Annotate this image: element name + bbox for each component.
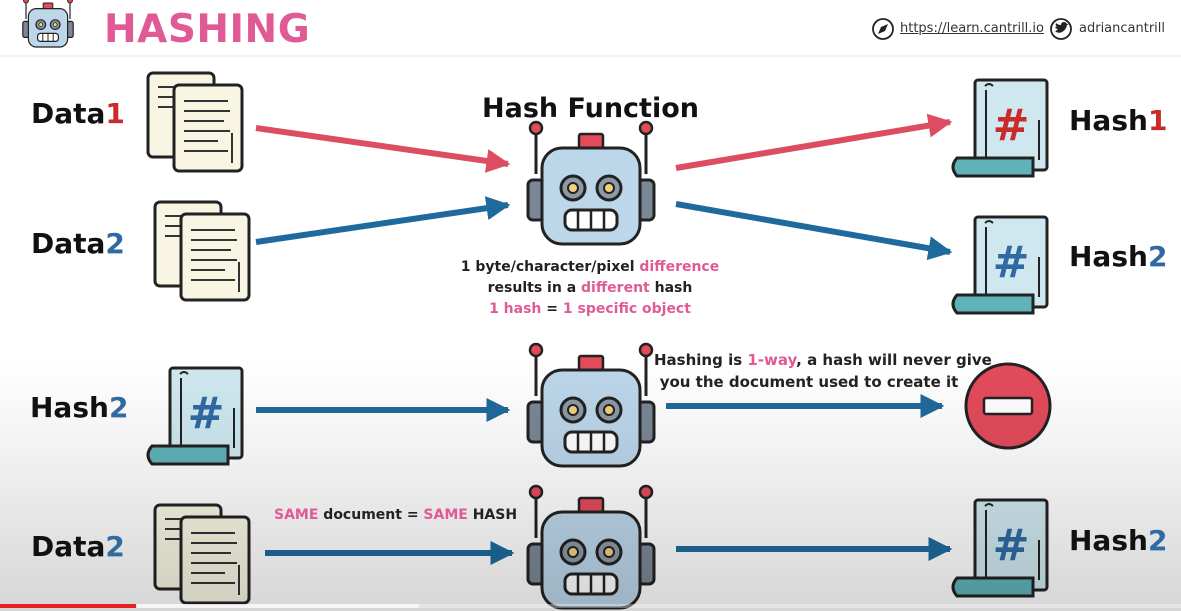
label-hash2: Hash2 [1069,240,1168,273]
svg-text:#: # [993,100,1030,151]
robot-icon [526,342,656,468]
twitter-handle[interactable]: adriancantrill [1079,21,1165,36]
same-hash-note: SAME document = SAME HASH [274,507,518,523]
document-stack-icon [146,71,244,173]
robot-icon [526,120,656,246]
site-link[interactable]: https://learn.cantrill.io [900,21,1044,36]
arrow-function-to-hash2 [675,201,953,261]
label-data2: Data2 [31,227,125,260]
arrow-data1-to-function [255,125,511,173]
svg-text:#: # [993,237,1030,288]
hash-function-note: 1 byte/character/pixel difference result… [460,259,720,317]
label-hash2-bottom: Hash2 [1069,524,1168,557]
page-title: HASHING [104,7,311,52]
hash-document-icon: # [951,498,1049,598]
label-hash2-input: Hash2 [30,391,129,424]
robot-icon [526,484,656,610]
label-data2-bottom: Data2 [31,530,125,563]
label-hash1: Hash1 [1069,104,1168,137]
arrow-data2-to-function [255,196,511,245]
hash-document-icon: # [951,78,1049,178]
one-way-note: Hashing is 1-way, a hash will never give… [654,351,992,391]
slide: # # # # HASHING https://learn.cantrill.i [0,0,1181,611]
video-progress-played [0,604,136,608]
document-stack-icon [153,503,251,605]
video-buffer-bar [137,604,419,608]
twitter-bird-icon [1050,18,1072,40]
robot-logo-icon [22,0,74,48]
no-entry-icon [964,362,1052,450]
hash-document-icon: # [146,366,244,466]
document-stack-icon [153,200,251,302]
compass-icon [872,18,894,40]
arrow-function-to-hash1 [675,113,953,171]
hash-document-icon: # [951,215,1049,315]
label-data1: Data1 [31,97,125,130]
hash-function-title: Hash Function [482,93,699,124]
svg-text:#: # [993,520,1030,571]
svg-text:#: # [188,388,225,439]
